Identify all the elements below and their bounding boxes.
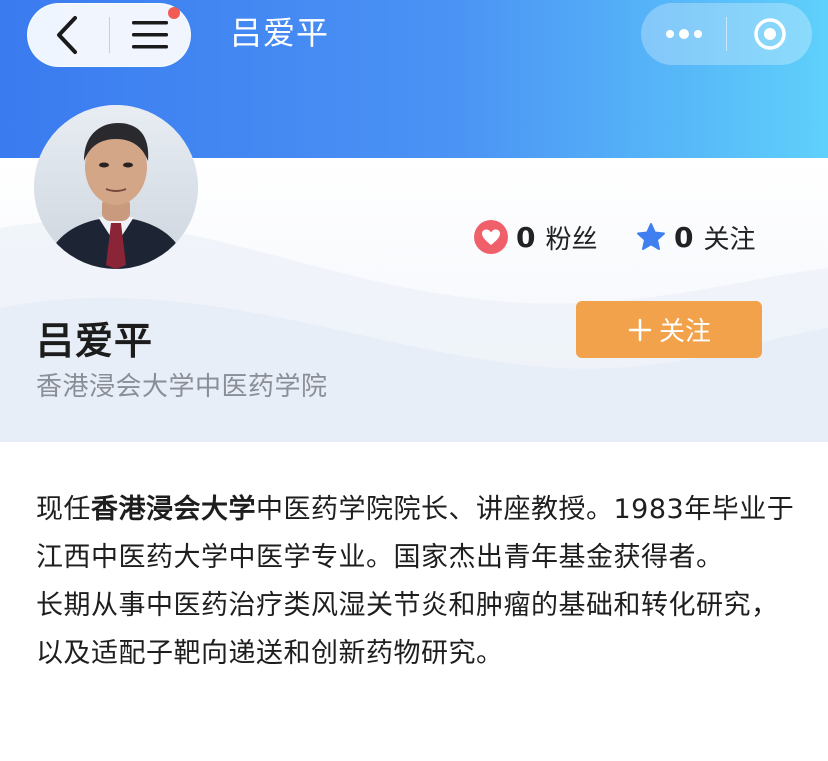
fans-stat[interactable]: 0 粉丝 — [474, 216, 598, 258]
fans-label: 粉丝 — [545, 224, 598, 255]
following-stat[interactable]: 0 关注 — [636, 216, 756, 258]
following-label: 关注 — [703, 224, 756, 255]
page-title: 吕爱平 — [230, 14, 330, 52]
bio-highlight: 香港浸会大学 — [91, 494, 256, 525]
menu-button[interactable] — [110, 3, 191, 67]
bio-paragraph: 长期从事中医药治疗类风湿关节炎和肿瘤的基础和转化研究，以及适配子靶向递送和创新药… — [36, 590, 779, 669]
close-button[interactable] — [727, 3, 812, 65]
star-icon — [637, 223, 665, 250]
notification-dot — [168, 7, 181, 19]
miniprogram-capsule — [641, 3, 812, 65]
profile-organization: 香港浸会大学中医药学院 — [36, 372, 328, 402]
bio-prefix: 现任 — [36, 494, 91, 525]
follow-button-label: 关注 — [658, 317, 711, 347]
avatar — [34, 105, 198, 269]
chevron-left-icon — [57, 16, 78, 54]
bio-section: 现任香港浸会大学中医药学院院长、讲座教授。1983年毕业于江西中医药大学中医学专… — [36, 486, 796, 678]
profile-name: 吕爱平 — [36, 319, 154, 363]
nav-capsule — [27, 3, 191, 67]
back-button[interactable] — [28, 3, 109, 67]
following-count: 0 — [674, 220, 694, 254]
bio-paragraph: 现任香港浸会大学中医药学院院长、讲座教授。1983年毕业于江西中医药大学中医学专… — [36, 486, 796, 582]
follow-button[interactable]: 关注 — [576, 301, 762, 358]
more-button[interactable] — [641, 3, 726, 65]
fans-count: 0 — [516, 220, 536, 254]
plus-icon — [628, 318, 652, 341]
more-dots-icon — [665, 29, 702, 39]
heart-icon — [474, 220, 508, 254]
target-circle-icon — [753, 18, 786, 50]
hamburger-menu-icon — [131, 21, 168, 49]
